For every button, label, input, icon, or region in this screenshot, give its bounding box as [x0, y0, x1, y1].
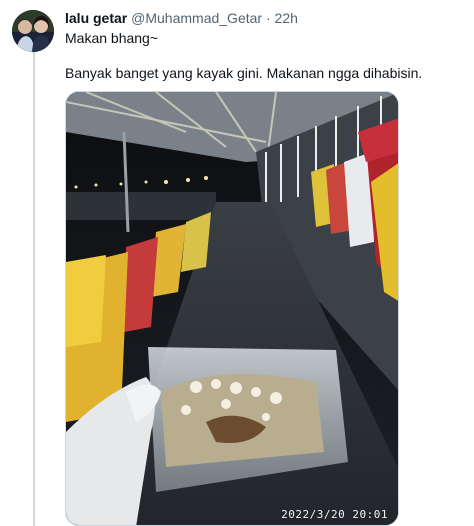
avatar-photo-icon — [12, 10, 54, 52]
display-name[interactable]: lalu getar — [65, 10, 127, 26]
avatar[interactable] — [12, 10, 54, 52]
user-handle[interactable]: @Muhammad_Getar — [131, 10, 262, 26]
tweet-time[interactable]: 22h — [275, 10, 298, 26]
tweet-header: lalu getar @Muhammad_Getar · 22h — [65, 9, 298, 27]
stadium-photo-image — [66, 92, 398, 525]
photo-timestamp: 2022/3/20 20:01 — [281, 508, 388, 521]
tweet-text-line-2: Banyak banget yang kayak gini. Makanan n… — [65, 65, 423, 81]
separator-dot: · — [265, 10, 271, 26]
tweet-text-line-1: Makan bhang~ — [65, 30, 159, 46]
tweet-photo[interactable]: 2022/3/20 20:01 — [65, 91, 399, 526]
thread-line — [33, 52, 35, 526]
